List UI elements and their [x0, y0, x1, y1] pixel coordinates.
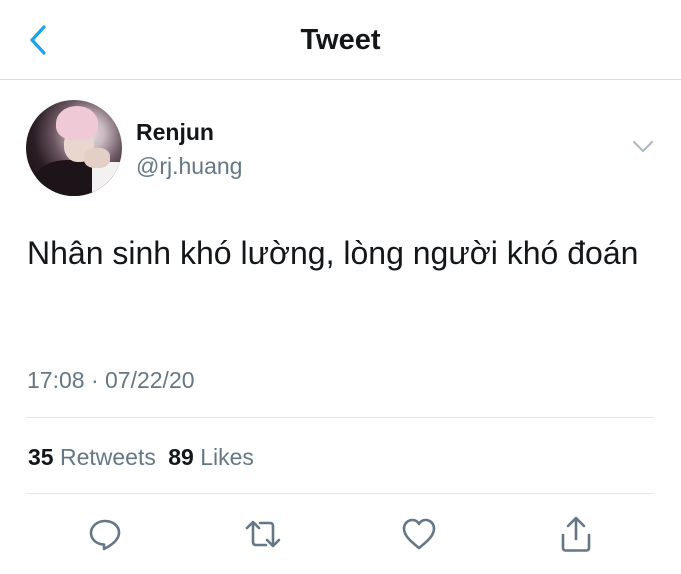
likes-count[interactable]: 89: [168, 444, 194, 470]
tweet-stats: 35 Retweets 89 Likes: [28, 442, 254, 472]
avatar[interactable]: [26, 100, 122, 196]
tweet-options-button[interactable]: [628, 134, 658, 160]
retweet-icon: [245, 520, 281, 548]
retweets-count[interactable]: 35: [28, 444, 54, 470]
tweet-detail-screen: Tweet Renjun @rj.huang Nhân sinh khó lườ…: [0, 0, 681, 574]
tweet-text: Nhân sinh khó lường, lòng người khó đoán: [27, 235, 639, 271]
page-title: Tweet: [300, 24, 381, 56]
top-navigation-bar: Tweet: [0, 0, 681, 80]
share-icon: [561, 516, 591, 552]
author-name[interactable]: Renjun: [136, 118, 214, 146]
chevron-down-icon: [633, 141, 653, 152]
reply-button[interactable]: [83, 512, 127, 556]
tweet-actions-bar: [0, 512, 681, 556]
retweets-label[interactable]: Retweets: [60, 444, 156, 470]
reply-icon: [89, 519, 121, 551]
like-icon: [402, 518, 436, 550]
likes-label[interactable]: Likes: [200, 444, 254, 470]
share-button[interactable]: [554, 512, 598, 556]
divider: [26, 493, 654, 494]
like-button[interactable]: [397, 512, 441, 556]
author-handle[interactable]: @rj.huang: [136, 152, 242, 180]
tweet-timestamp: 17:08 · 07/22/20: [27, 367, 195, 393]
retweet-button[interactable]: [241, 512, 285, 556]
divider: [26, 417, 654, 418]
